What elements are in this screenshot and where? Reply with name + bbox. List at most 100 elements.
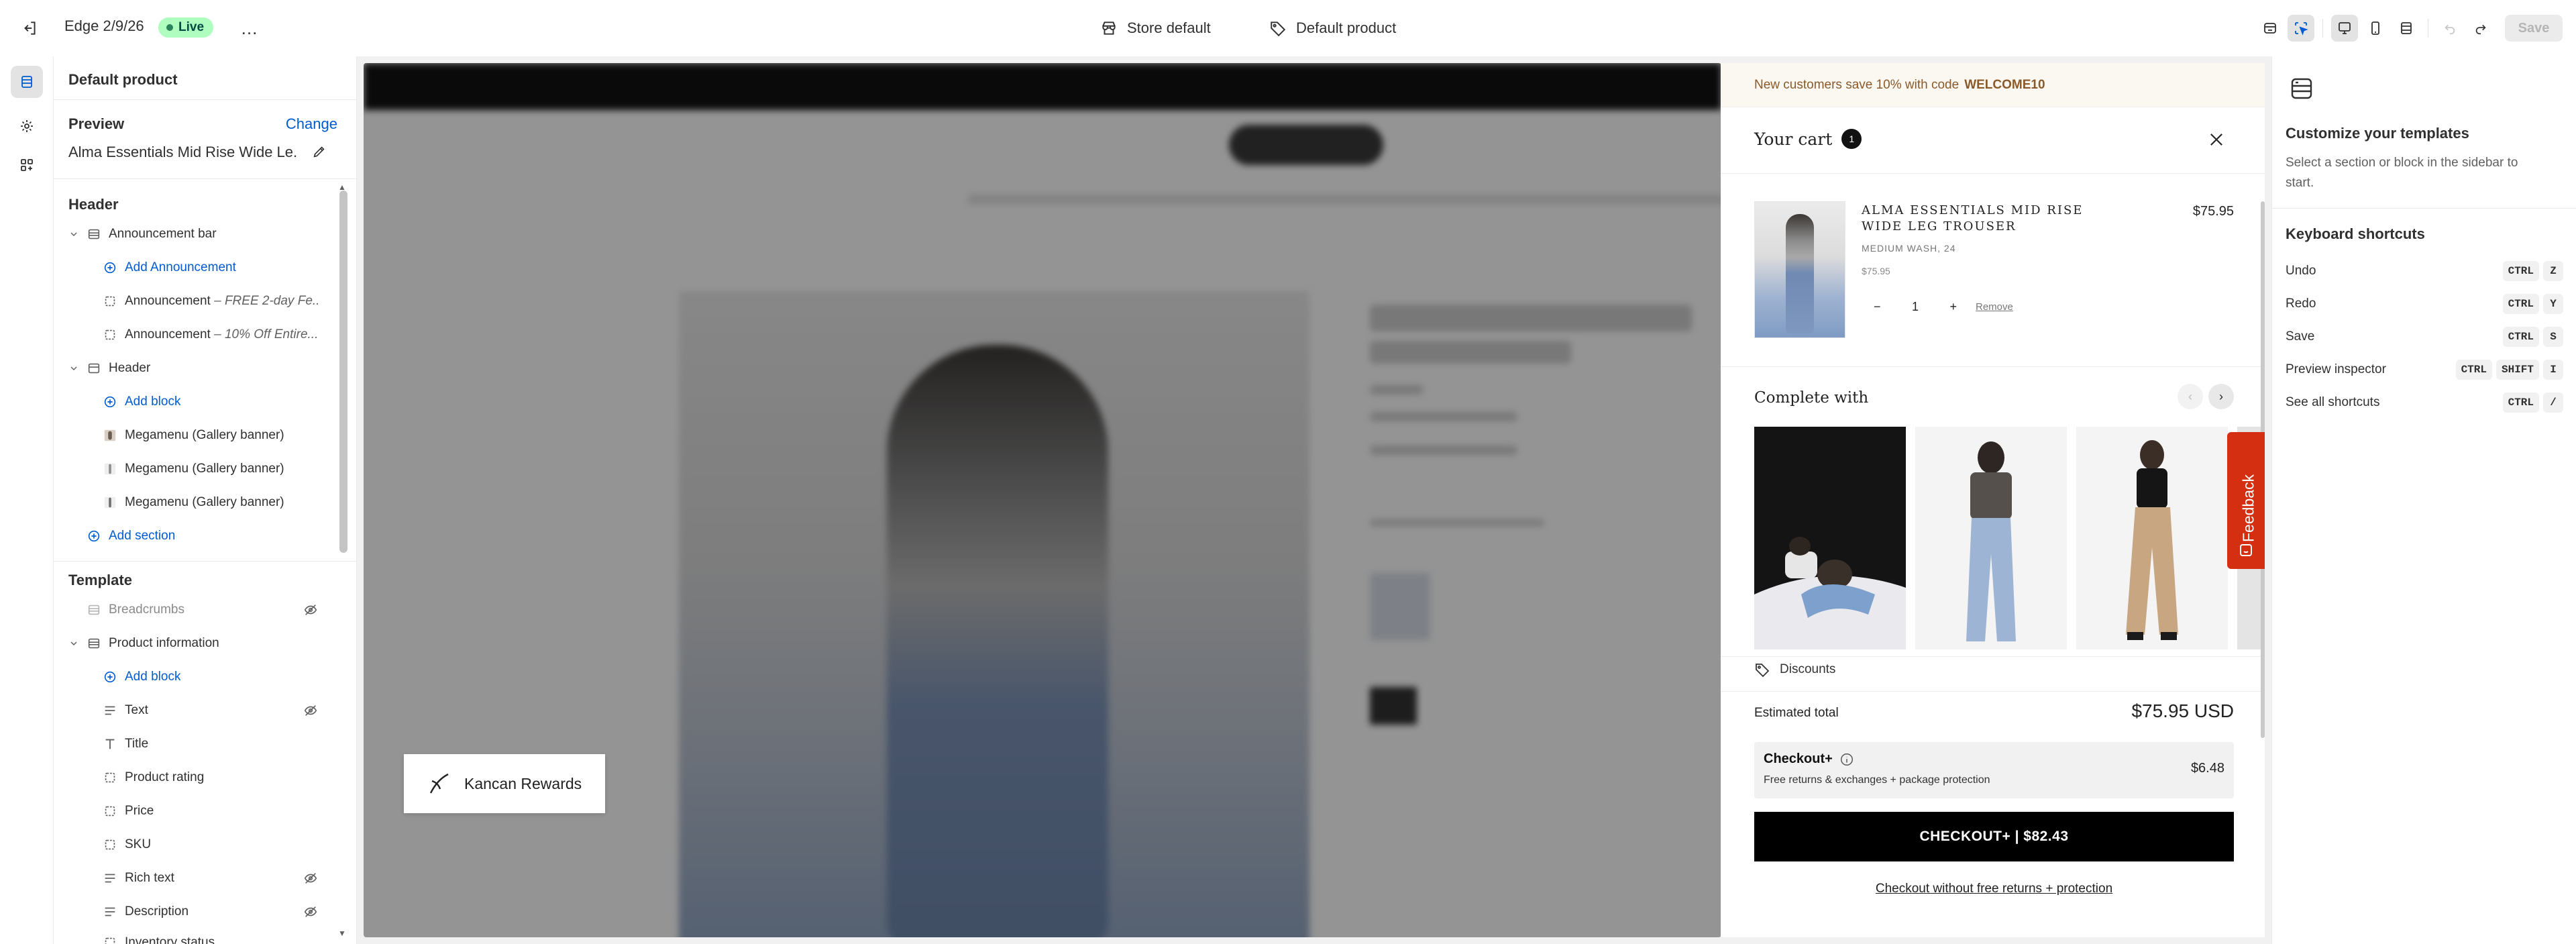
minus-icon[interactable]: − xyxy=(1874,300,1881,314)
desktop-view-icon[interactable] xyxy=(2331,15,2358,42)
eye-hidden-icon[interactable] xyxy=(302,903,319,921)
checkout-without-protection-link[interactable]: Checkout without free returns + protecti… xyxy=(1754,882,2234,896)
tree-item-text[interactable]: Text xyxy=(54,694,330,727)
shortcut-row: Undo CTRL Z xyxy=(2286,258,2563,284)
add-block-button[interactable]: Add block xyxy=(54,660,330,694)
change-preview-link[interactable]: Change xyxy=(286,115,337,133)
checkout-plus-subtitle: Free returns & exchanges + package prote… xyxy=(1764,774,1990,786)
chevron-down-icon[interactable] xyxy=(66,360,82,376)
chevron-down-icon[interactable] xyxy=(66,635,82,651)
tree-item-announcement-bar[interactable]: Announcement bar xyxy=(54,217,330,251)
save-button[interactable]: Save xyxy=(2505,15,2563,42)
tree-item-header[interactable]: Header xyxy=(54,352,330,385)
tree-item-label: Announcement – 10% Off Entire... xyxy=(125,327,319,342)
recommendation-card[interactable] xyxy=(2076,427,2228,649)
tree-item-label: Megamenu (Gallery banner) xyxy=(125,462,284,476)
mobile-view-icon[interactable] xyxy=(2362,15,2389,42)
checkout-plus-title: Checkout+ xyxy=(1764,751,1854,767)
thumbnail-icon xyxy=(102,461,118,477)
tree-item-announcement[interactable]: Announcement – FREE 2-day Fe... xyxy=(54,284,330,318)
shortcut-label: Undo xyxy=(2286,264,2316,278)
theme-name[interactable]: Edge 2/9/26 xyxy=(64,17,144,35)
theme-settings-icon[interactable] xyxy=(11,110,43,142)
chevron-down-icon[interactable] xyxy=(66,226,82,242)
tree-item-product-information[interactable]: Product information xyxy=(54,627,330,660)
remove-item-link[interactable]: Remove xyxy=(1976,301,2013,313)
cart-item-unit-price: $75.95 xyxy=(1862,266,1890,276)
discounts-row[interactable]: Discounts xyxy=(1754,662,1835,678)
info-icon[interactable] xyxy=(1839,752,1854,767)
tree-item-sku[interactable]: SKU xyxy=(54,828,330,861)
shortcut-keys: CTRL S xyxy=(2502,327,2563,347)
eye-hidden-icon[interactable] xyxy=(302,601,319,619)
tree-item-price[interactable]: Price xyxy=(54,794,330,828)
add-section-button[interactable]: Add section xyxy=(54,519,330,553)
cart-promo-banner: New customers save 10% with code WELCOME1… xyxy=(1721,63,2265,107)
key-cap: CTRL xyxy=(2502,294,2539,314)
checkout-button[interactable]: CHECKOUT+ | $82.43 xyxy=(1754,812,2234,861)
estimated-total-label: Estimated total xyxy=(1754,706,1839,720)
block-icon xyxy=(102,327,118,343)
storefront-preview[interactable]: Kancan Rewards xyxy=(364,63,1721,937)
sidebar-scrollbar[interactable] xyxy=(339,191,347,553)
tree-item-breadcrumbs[interactable]: Breadcrumbs xyxy=(54,593,330,627)
tree-item-label-suffix: – FREE 2-day Fe... xyxy=(210,294,319,308)
fullscreen-view-icon[interactable] xyxy=(2393,15,2420,42)
tree-item-megamenu[interactable]: Megamenu (Gallery banner) xyxy=(54,486,330,519)
exit-icon[interactable] xyxy=(16,15,43,42)
key-cap: CTRL xyxy=(2502,392,2539,413)
tree-item-label: Price xyxy=(125,804,154,818)
tree-item-inventory-status[interactable]: Inventory status xyxy=(54,926,330,944)
app-embeds-icon[interactable] xyxy=(11,149,43,181)
add-announcement-button[interactable]: Add Announcement xyxy=(54,251,330,284)
template-selector-label: Default product xyxy=(1296,19,1397,36)
tree-item-rich-text[interactable]: Rich text xyxy=(54,861,330,895)
close-icon[interactable] xyxy=(2204,127,2229,152)
tree-item-megamenu[interactable]: Megamenu (Gallery banner) xyxy=(54,452,330,486)
storefront-icon[interactable] xyxy=(2257,15,2284,42)
sections-icon[interactable] xyxy=(11,66,43,98)
tree-item-label: SKU xyxy=(125,837,152,851)
template-group-title: Template xyxy=(68,572,132,588)
tree-item-label: Announcement bar xyxy=(109,227,217,241)
tree-item-product-rating[interactable]: Product rating xyxy=(54,761,330,794)
recommendation-image xyxy=(1754,427,1906,649)
feedback-tab[interactable]: Feedback xyxy=(2227,432,2265,569)
tree-item-announcement[interactable]: Announcement – 10% Off Entire... xyxy=(54,318,330,352)
redo-icon[interactable] xyxy=(2467,15,2494,42)
eye-hidden-icon[interactable] xyxy=(302,702,319,719)
checkout-plus-option[interactable]: Checkout+ Free returns & exchanges + pac… xyxy=(1754,742,2234,798)
tree-item-megamenu[interactable]: Megamenu (Gallery banner) xyxy=(54,419,330,452)
add-block-button[interactable]: Add block xyxy=(54,385,330,419)
rewards-launcher[interactable]: Kancan Rewards xyxy=(404,754,605,813)
cart-item-model xyxy=(1786,214,1814,333)
undo-icon[interactable] xyxy=(2436,15,2463,42)
block-icon xyxy=(102,837,118,853)
eye-hidden-icon[interactable] xyxy=(302,870,319,887)
scroll-down-arrow-icon[interactable]: ▼ xyxy=(338,929,346,938)
tree-item-description[interactable]: Description xyxy=(54,895,330,929)
template-selector[interactable]: Default product xyxy=(1269,15,1396,42)
recommendation-card[interactable] xyxy=(1915,427,2067,649)
sidebar-title: Default product xyxy=(68,71,178,88)
edit-pencil-icon[interactable] xyxy=(310,142,329,161)
shortcut-row[interactable]: See all shortcuts CTRL / xyxy=(2286,389,2563,416)
tree-item-title[interactable]: Title xyxy=(54,727,330,761)
store-selector[interactable]: Store default xyxy=(1100,15,1211,42)
sections-sidebar: Default product Preview Change Alma Esse… xyxy=(54,56,357,944)
divider xyxy=(1721,366,2265,367)
checkout-plus-price: $6.48 xyxy=(2190,761,2224,776)
divider xyxy=(1721,173,2265,174)
carousel-next-icon[interactable]: › xyxy=(2208,384,2234,409)
cart-item-image[interactable] xyxy=(1754,201,1845,338)
recommendation-card[interactable] xyxy=(1754,427,1906,649)
toolbar-divider xyxy=(2322,19,2323,38)
carousel-prev-icon[interactable]: ‹ xyxy=(2178,384,2203,409)
tree-item-label: Megamenu (Gallery banner) xyxy=(125,495,284,509)
checkout-plus-title-label: Checkout+ xyxy=(1764,751,1833,766)
more-actions-button[interactable]: … xyxy=(236,16,263,40)
inspector-toggle-icon[interactable] xyxy=(2288,15,2314,42)
cart-item-name[interactable]: ALMA ESSENTIALS MID RISE WIDE LEG TROUSE… xyxy=(1862,203,2110,235)
plus-icon[interactable]: + xyxy=(1949,300,1957,314)
quantity-value[interactable]: 1 xyxy=(1912,300,1919,314)
